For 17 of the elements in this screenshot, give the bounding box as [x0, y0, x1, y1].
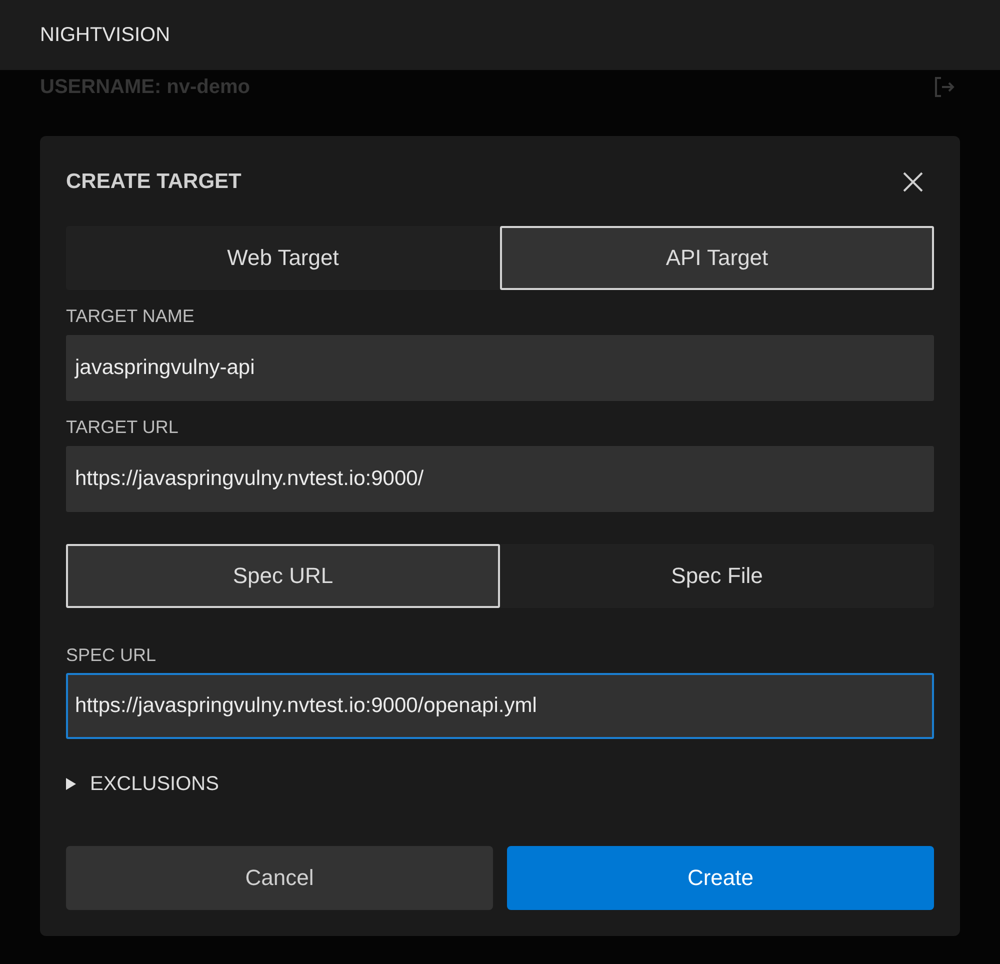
spec-source-tab[interactable]: Spec File — [500, 544, 934, 608]
exclusions-toggle[interactable]: EXCLUSIONS — [90, 772, 219, 796]
spec-source-tab[interactable]: Spec URL — [66, 544, 500, 608]
app-title: NIGHTVISION — [40, 24, 170, 46]
disclosure-triangle-icon[interactable] — [66, 778, 76, 790]
text-field[interactable]: https://javaspringvulny.nvtest.io:9000/ — [66, 446, 934, 512]
field-label: TARGET URL — [66, 417, 178, 437]
spec-url-field[interactable]: https://javaspringvulny.nvtest.io:9000/openapi.yml — [66, 673, 934, 739]
dialog-title: CREATE TARGET — [66, 170, 242, 194]
field-label: SPEC URL — [66, 645, 156, 665]
close-icon[interactable] — [903, 172, 923, 192]
create-button[interactable]: Create — [507, 846, 934, 910]
field-label: TARGET NAME — [66, 306, 194, 326]
target-type-tab[interactable]: API Target — [500, 226, 934, 290]
cancel-button[interactable]: Cancel — [66, 846, 493, 910]
target-type-tab[interactable]: Web Target — [66, 226, 500, 290]
text-field[interactable]: javaspringvulny-api — [66, 335, 934, 401]
